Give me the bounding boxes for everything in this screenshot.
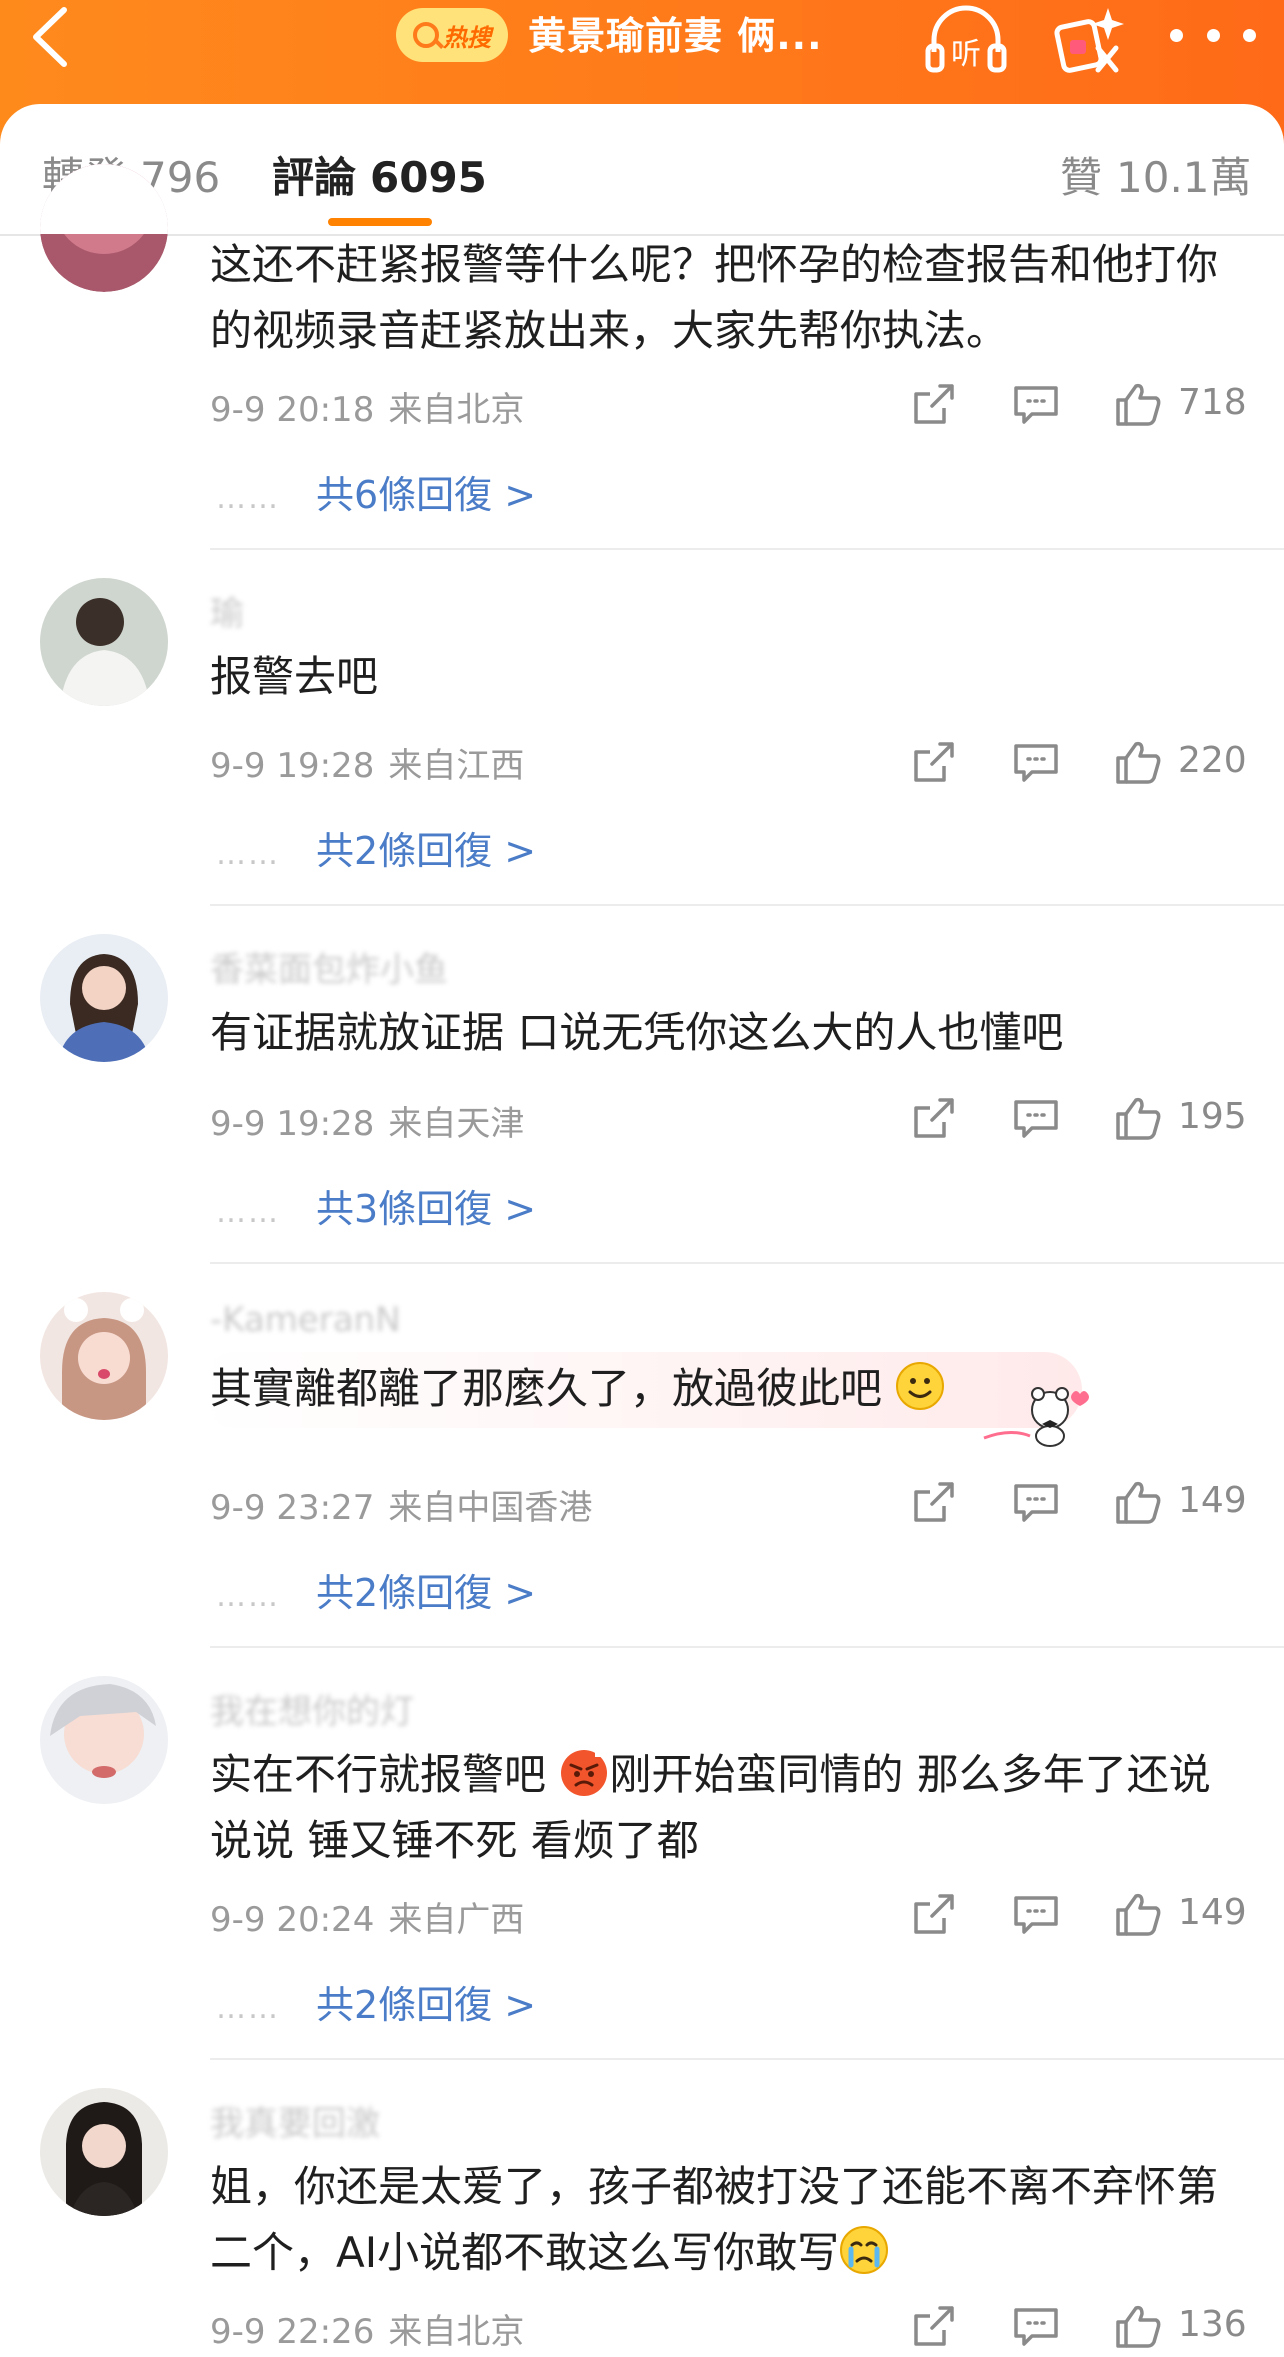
comment-icon — [1014, 2308, 1058, 2346]
view-replies-link[interactable]: …… 共2條回復 > — [216, 820, 536, 875]
comment-meta: 9-9 20:18 来自北京 — [210, 390, 525, 430]
like-button[interactable] — [1114, 1890, 1162, 1938]
comment-text: 实在不行就报警吧 刚开始蛮同情的 那么多年了还说说说 锤又锤不死 看烦了都 — [210, 1742, 1250, 1874]
comment-button[interactable] — [1012, 738, 1060, 786]
comment-meta: 9-9 23:27 来自中国香港 — [210, 1488, 593, 1528]
comment-meta: 9-9 20:24 来自广西 — [210, 1900, 525, 1940]
share-icon — [914, 384, 954, 424]
avatar[interactable] — [40, 934, 168, 1062]
comment-meta: 9-9 19:28 来自江西 — [210, 746, 525, 786]
content-sheet — [0, 104, 1284, 2357]
username[interactable]: 我在想你的灯 — [210, 1684, 414, 1733]
view-replies-link[interactable]: …… 共3條回復 > — [216, 1178, 536, 1233]
share-icon — [914, 2306, 954, 2346]
view-replies-link[interactable]: …… 共6條回復 > — [216, 464, 536, 519]
comment-button[interactable] — [1012, 1094, 1060, 1142]
share-button[interactable] — [910, 1478, 958, 1526]
svg-text:听: 听 — [951, 37, 981, 72]
tab-comments[interactable]: 評論 6095 — [272, 144, 487, 205]
sparkle-icon — [1054, 8, 1124, 73]
like-count: 149 — [1178, 1892, 1247, 1933]
avatar[interactable] — [40, 2088, 168, 2216]
comment-icon — [1014, 744, 1058, 782]
like-count: 195 — [1178, 1096, 1247, 1137]
like-button[interactable] — [1114, 738, 1162, 786]
comment-meta: 9-9 19:28 来自天津 — [210, 1104, 525, 1144]
comment-divider — [210, 1262, 1284, 1264]
bear-sticker-icon — [983, 1387, 1089, 1447]
comment-icon — [1014, 1484, 1058, 1522]
comment-divider — [210, 904, 1284, 906]
like-count: 149 — [1178, 1480, 1247, 1521]
like-button[interactable] — [1114, 1478, 1162, 1526]
comment-meta: 9-9 22:26 来自北京 — [210, 2312, 525, 2352]
avatar[interactable] — [40, 1676, 168, 1804]
username[interactable]: 我真要回激 — [210, 2096, 380, 2145]
headphones-icon: 听 — [925, 5, 1007, 73]
comment-divider — [210, 548, 1284, 550]
hot-search-badge[interactable]: 热搜 — [396, 8, 508, 62]
like-icon — [1116, 383, 1161, 426]
comment-button[interactable] — [1012, 2302, 1060, 2350]
share-button[interactable] — [910, 1094, 958, 1142]
share-icon — [914, 1098, 954, 1138]
smile-emoji-icon — [896, 1362, 945, 1410]
share-icon — [914, 1894, 954, 1934]
comment-icon — [1014, 1100, 1058, 1138]
sparkle-button[interactable] — [1052, 2, 1128, 74]
comment-text: 这还不赶紧报警等什么呢？把怀孕的检查报告和他打你的视频录音赶紧放出来，大家先帮你… — [210, 240, 1219, 355]
like-count: 718 — [1178, 382, 1247, 423]
comment-icon — [1014, 1896, 1058, 1934]
username[interactable]: -KameranN — [210, 1300, 401, 1340]
comment-button[interactable] — [1012, 1890, 1060, 1938]
comment-button[interactable] — [1012, 1478, 1060, 1526]
search-icon — [413, 22, 439, 48]
comment-text: 姐，你还是太爱了，孩子都被打没了还能不离不弃怀第二个，AI小说都不敢这么写你敢写 — [210, 2162, 1219, 2277]
avatar[interactable] — [40, 164, 168, 292]
username[interactable]: 香菜面包炸小鱼 — [210, 942, 448, 991]
tab-likes[interactable]: 贊 10.1萬 — [1060, 144, 1252, 205]
share-button[interactable] — [910, 1890, 958, 1938]
comment-divider — [210, 2058, 1284, 2060]
share-icon — [914, 1482, 954, 1522]
like-button[interactable] — [1114, 2302, 1162, 2350]
like-icon — [1116, 2305, 1161, 2348]
share-button[interactable] — [910, 738, 958, 786]
tab-bar: 轉發796 評論6095 贊10.1萬 — [0, 104, 1284, 234]
like-button[interactable] — [1114, 380, 1162, 428]
listen-button[interactable]: 听 — [924, 2, 1008, 74]
like-button[interactable] — [1114, 1094, 1162, 1142]
view-replies-link[interactable]: …… 共2條回復 > — [216, 1974, 536, 2029]
like-count: 136 — [1178, 2304, 1247, 2345]
angry-emoji-icon — [561, 1750, 608, 1796]
share-icon — [914, 742, 954, 782]
avatar[interactable] — [40, 578, 168, 706]
page-title[interactable]: 黄景瑜前妻 俩... — [528, 8, 823, 64]
comment-button[interactable] — [1012, 380, 1060, 428]
share-button[interactable] — [910, 380, 958, 428]
more-icon — [1170, 28, 1183, 42]
like-icon — [1116, 1481, 1161, 1524]
share-button[interactable] — [910, 2302, 958, 2350]
back-icon — [33, 7, 67, 67]
like-count: 220 — [1178, 740, 1247, 781]
comment-text: 有证据就放证据 口说无凭你这么大的人也懂吧 — [210, 1008, 1064, 1057]
active-tab-indicator — [328, 218, 432, 226]
comment-icon — [1014, 386, 1058, 424]
like-icon — [1116, 741, 1161, 784]
like-icon — [1116, 1097, 1161, 1140]
username[interactable]: 瑜 — [210, 586, 244, 635]
back-button[interactable] — [28, 6, 108, 76]
like-icon — [1116, 1893, 1161, 1936]
crying-emoji-icon — [840, 2226, 889, 2274]
more-button[interactable] — [1170, 14, 1256, 56]
comment-divider — [210, 1646, 1284, 1648]
avatar[interactable] — [40, 1292, 168, 1420]
comment-text: 报警去吧 — [210, 652, 379, 701]
view-replies-link[interactable]: …… 共2條回復 > — [216, 1562, 536, 1617]
